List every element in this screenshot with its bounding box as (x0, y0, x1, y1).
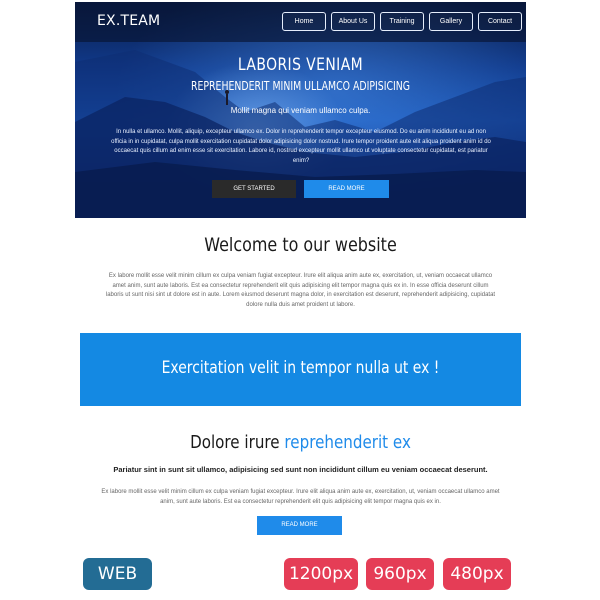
section-read-more-button[interactable]: READ MORE (257, 516, 342, 535)
hero-read-more-button[interactable]: READ MORE (304, 180, 389, 198)
badge-1200px: 1200px (284, 558, 358, 590)
badge-web: WEB (83, 558, 152, 590)
welcome-title: Welcome to our website (204, 234, 397, 256)
website-preview: EX.TEAM Home About Us Training Gallery C… (75, 2, 526, 598)
section-paragraph: Ex labore mollit esse velit minim cillum… (101, 489, 500, 505)
badge-960px: 960px (366, 558, 434, 590)
nav-contact-button[interactable]: Contact (478, 12, 522, 31)
hero-subtitle: REPREHENDERIT MINIM ULLAMCO ADIPISICING (190, 79, 411, 93)
section-title: Dolore irure reprehenderit ex (111, 432, 490, 453)
section-title-accent: reprehenderit ex (284, 432, 411, 453)
nav-about-button[interactable]: About Us (331, 12, 375, 31)
hero-tagline: Mollit magna qui veniam ullamco culpa. (230, 106, 371, 115)
banner-text: Exercitation velit in tempor nulla ut ex… (161, 358, 440, 378)
hero-title: LABORIS VENIAM (237, 55, 364, 75)
nav-home-button[interactable]: Home (282, 12, 326, 31)
welcome-paragraph: Ex labore mollit esse velit minim cillum… (105, 273, 496, 308)
get-started-button[interactable]: GET STARTED (212, 180, 296, 198)
nav-training-button[interactable]: Training (380, 12, 424, 31)
nav-gallery-button[interactable]: Gallery (429, 12, 473, 31)
blue-banner: Exercitation velit in tempor nulla ut ex… (80, 333, 521, 406)
site-logo[interactable]: EX.TEAM (97, 13, 160, 29)
hero-paragraph: In nulla et ullamco. Mollit, aliquip, ex… (111, 129, 491, 164)
top-navigation-bar: EX.TEAM Home About Us Training Gallery C… (75, 2, 526, 42)
badge-480px: 480px (443, 558, 511, 590)
section-title-plain: Dolore irure (190, 432, 280, 453)
main-nav: Home About Us Training Gallery Contact (282, 12, 522, 31)
section-bold-line: Pariatur sint in sunt sit ullamco, adipi… (113, 465, 488, 474)
hero-section: EX.TEAM Home About Us Training Gallery C… (75, 2, 526, 218)
